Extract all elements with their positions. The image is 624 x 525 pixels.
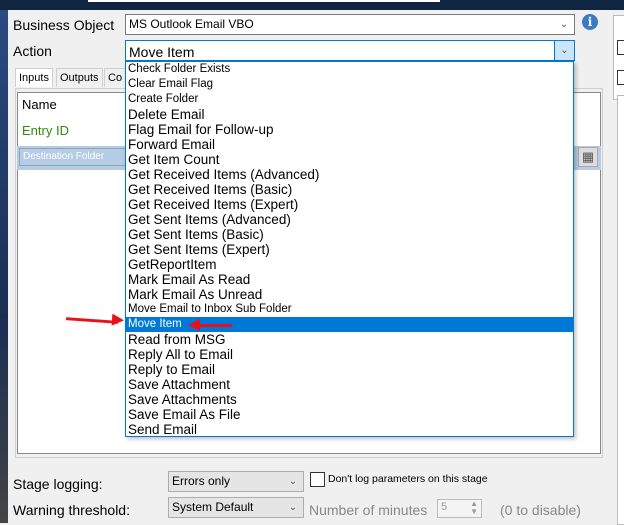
chevron-down-icon: ⌄	[288, 476, 298, 487]
grid-header-name: Name	[22, 97, 57, 112]
dropdown-option[interactable]: Get Received Items (Expert)	[126, 197, 573, 212]
dropdown-option[interactable]: Save Attachment	[126, 377, 573, 392]
dropdown-option[interactable]: Read from MSG	[126, 332, 573, 347]
action-label: Action	[13, 43, 52, 59]
chevron-down-icon: ⌄	[288, 502, 298, 513]
minutes-value: 5	[441, 501, 448, 513]
dropdown-option[interactable]: Clear Email Flag	[126, 77, 573, 92]
dropdown-option[interactable]: Forward Email	[126, 137, 573, 152]
grid-row-destination-folder[interactable]: Destination Folder	[19, 148, 137, 166]
dropdown-option[interactable]: Get Sent Items (Expert)	[126, 242, 573, 257]
dropdown-option[interactable]: Reply All to Email	[126, 347, 573, 362]
spinner-arrows-icon[interactable]: ▲ ▼	[470, 500, 478, 516]
dropdown-option[interactable]: Get Received Items (Advanced)	[126, 167, 573, 182]
dropdown-option[interactable]: Mark Email As Unread	[126, 287, 573, 302]
arrow-head-icon	[188, 319, 200, 331]
dropdown-option[interactable]: Flag Email for Follow-up	[126, 122, 573, 137]
arrow-head-icon	[111, 313, 125, 327]
dropdown-option[interactable]: Get Sent Items (Advanced)	[126, 212, 573, 227]
chevron-down-icon: ⌄	[554, 41, 574, 60]
dropdown-option[interactable]: Delete Email	[126, 107, 573, 122]
background-window	[0, 10, 8, 523]
business-object-label: Business Object	[13, 17, 115, 33]
dropdown-option[interactable]: Check Folder Exists	[126, 62, 573, 77]
stage-logging-value: Errors only	[172, 474, 231, 488]
chevron-down-icon: ⌄	[559, 19, 569, 30]
dropdown-option[interactable]: Save Attachments	[126, 392, 573, 407]
dropdown-option[interactable]: GetReportItem	[126, 257, 573, 272]
dont-log-parameters-label: Don't log parameters on this stage	[328, 473, 488, 485]
dropdown-option[interactable]: Save Email As File	[126, 407, 573, 422]
right-panel	[604, 10, 624, 525]
action-value: Move Item	[129, 44, 195, 60]
dont-log-parameters-checkbox[interactable]	[310, 472, 325, 487]
dropdown-option[interactable]: Get Received Items (Basic)	[126, 182, 573, 197]
dropdown-option[interactable]: Reply to Email	[126, 362, 573, 377]
stage-logging-select[interactable]: Errors only ⌄	[168, 471, 304, 492]
warning-threshold-value: System Default	[172, 500, 254, 514]
warning-threshold-label: Warning threshold:	[13, 502, 130, 518]
dropdown-option[interactable]: Send Email	[126, 422, 573, 437]
warning-threshold-select[interactable]: System Default ⌄	[168, 497, 304, 518]
title-bar	[0, 0, 624, 10]
tab-outputs[interactable]: Outputs	[56, 68, 103, 87]
business-object-value: MS Outlook Email VBO	[129, 17, 254, 31]
tab-conditions[interactable]: Co	[104, 68, 126, 87]
dropdown-option[interactable]: Mark Email As Read	[126, 272, 573, 287]
action-dropdown-list[interactable]: Check Folder Exists Clear Email Flag Creat…	[125, 61, 574, 437]
red-arrow-annotation	[198, 324, 232, 327]
dropdown-option[interactable]: Create Folder	[126, 92, 573, 107]
grid-row-entry-id[interactable]: Entry ID	[22, 123, 69, 138]
minutes-stepper[interactable]: 5 ▲ ▼	[437, 499, 482, 518]
calculator-icon[interactable]: ▦	[578, 147, 598, 167]
number-of-minutes-label: Number of minutes	[309, 502, 428, 518]
dropdown-option[interactable]: Move Email to Inbox Sub Folder	[126, 302, 573, 317]
dropdown-option[interactable]: Get Sent Items (Basic)	[126, 227, 573, 242]
tab-inputs[interactable]: Inputs	[15, 68, 53, 87]
action-select[interactable]: Move Item ⌄	[125, 40, 575, 61]
disable-hint: (0 to disable)	[500, 502, 581, 518]
dropdown-option[interactable]: Get Item Count	[126, 152, 573, 167]
info-icon[interactable]: i	[582, 14, 598, 30]
business-object-select[interactable]: MS Outlook Email VBO ⌄	[125, 14, 575, 35]
stage-logging-label: Stage logging:	[13, 476, 103, 492]
